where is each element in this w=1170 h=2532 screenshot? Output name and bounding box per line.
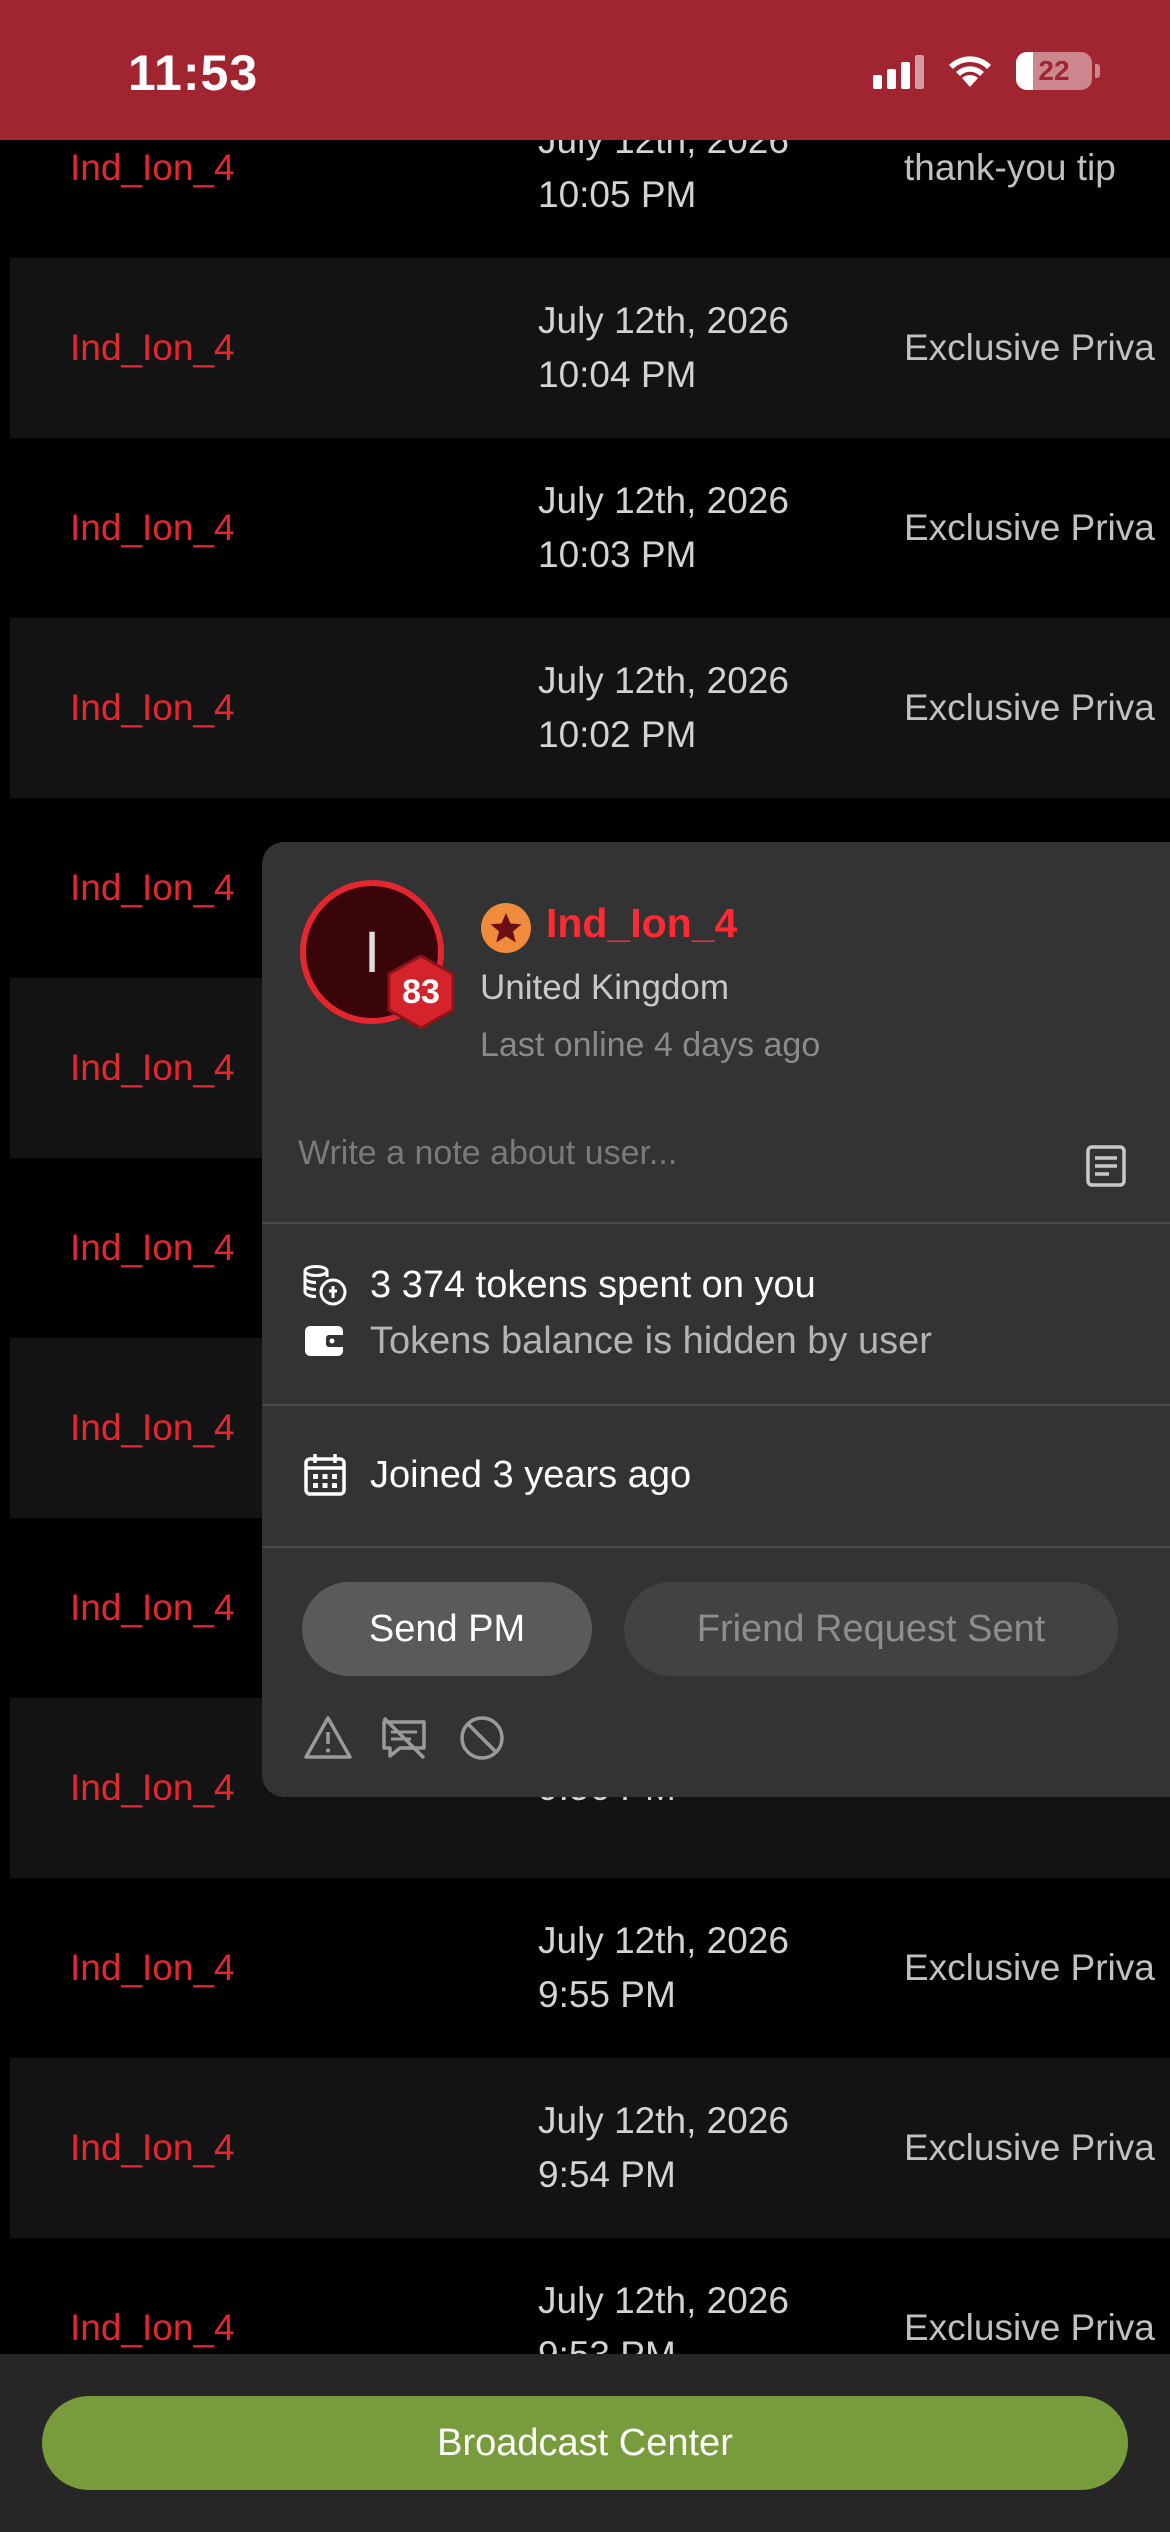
row-username-link[interactable]: Ind_Ion_4 — [70, 1878, 235, 2058]
tokens-spent-row: 3 374 tokens spent on you — [302, 1262, 816, 1308]
battery-level: 22 — [1038, 55, 1070, 86]
star-icon — [481, 903, 531, 953]
joined-row: Joined 3 years ago — [302, 1452, 691, 1498]
row-time: 10:02 PM — [538, 714, 697, 755]
row-username-link[interactable]: Ind_Ion_4 — [70, 1338, 235, 1518]
joined-text: Joined 3 years ago — [370, 1453, 692, 1496]
status-bar: 11:53 22 — [0, 0, 1170, 140]
row-date: July 12th, 2026 — [538, 2100, 789, 2141]
row-username-link[interactable]: Ind_Ion_4 — [70, 1158, 235, 1338]
row-description: Exclusive Priva — [904, 507, 1155, 548]
avatar-initial: I — [363, 919, 381, 985]
popup-country: United Kingdom — [480, 968, 730, 1007]
row-datetime: July 12th, 2026 9:54 PM — [538, 2058, 789, 2238]
row-time: 10:03 PM — [538, 534, 697, 575]
mute-chat-icon[interactable] — [378, 1712, 430, 1764]
table-row[interactable]: Ind_Ion_4 July 12th, 2026 10:02 PM Exclusiv… — [10, 618, 1170, 798]
row-username-link[interactable]: Ind_Ion_4 — [70, 1518, 235, 1698]
row-username-link[interactable]: Ind_Ion_4 — [70, 1698, 235, 1878]
status-time: 11:53 — [128, 45, 259, 101]
balance-row: Tokens balance is hidden by user — [302, 1318, 932, 1364]
calendar-icon — [304, 1454, 346, 1496]
note-input[interactable] — [298, 1134, 1018, 1173]
broadcast-center-button[interactable]: Broadcast Center — [42, 2396, 1128, 2490]
row-description: Exclusive Priva — [904, 1947, 1155, 1988]
row-date: July 12th, 2026 — [538, 300, 789, 341]
popup-username[interactable]: Ind_Ion_4 — [546, 900, 737, 947]
row-time: 9:55 PM — [538, 1974, 676, 2015]
last-online-text: Last online 4 days ago — [480, 1026, 821, 1064]
row-username-link[interactable]: Ind_Ion_4 — [70, 258, 235, 438]
wallet-icon — [305, 1326, 345, 1356]
coins-icon — [303, 1265, 347, 1306]
row-datetime: July 12th, 2026 10:03 PM — [538, 438, 789, 618]
balance-text: Tokens balance is hidden by user — [370, 1319, 932, 1362]
cellular-signal-icon — [873, 53, 924, 89]
row-datetime: July 12th, 2026 10:04 PM — [538, 258, 789, 438]
send-pm-button[interactable]: Send PM — [302, 1582, 592, 1676]
table-row[interactable]: Ind_Ion_4 July 12th, 2026 9:55 PM Exclusive… — [10, 1878, 1170, 2058]
divider — [262, 1546, 1170, 1548]
table-row[interactable]: Ind_Ion_4 July 12th, 2026 10:03 PM Exclusiv… — [10, 438, 1170, 618]
row-time: 9:54 PM — [538, 2154, 676, 2195]
row-datetime: July 12th, 2026 10:02 PM — [538, 618, 789, 798]
tokens-spent-text: 3 374 tokens spent on you — [370, 1263, 816, 1306]
row-description: Exclusive Priva — [904, 687, 1155, 728]
note-icon[interactable] — [1082, 1142, 1130, 1190]
status-icons: 22 — [873, 52, 1100, 90]
warning-icon[interactable] — [302, 1712, 354, 1764]
friend-request-button[interactable]: Friend Request Sent — [624, 1582, 1118, 1676]
row-time: 10:05 PM — [538, 174, 697, 215]
row-date: July 12th, 2026 — [538, 660, 789, 701]
wifi-icon — [949, 56, 991, 87]
table-row[interactable]: Ind_Ion_4 July 12th, 2026 9:54 PM Exclusive… — [10, 2058, 1170, 2238]
row-description: Exclusive Priva — [904, 2127, 1155, 2168]
row-username-link[interactable]: Ind_Ion_4 — [70, 2058, 235, 2238]
battery-icon: 22 — [1016, 52, 1100, 90]
bottom-bar: Broadcast Center — [0, 2354, 1170, 2532]
row-username-link[interactable]: Ind_Ion_4 — [70, 618, 235, 798]
row-time: 10:04 PM — [538, 354, 697, 395]
row-description: Exclusive Priva — [904, 327, 1155, 368]
row-datetime: July 12th, 2026 9:55 PM — [538, 1878, 789, 2058]
user-profile-popup: I 83 Ind_Ion_4 United Kingdom Last onlin… — [262, 842, 1170, 1797]
row-date: July 12th, 2026 — [538, 1920, 789, 1961]
divider — [262, 1222, 1170, 1224]
row-date: July 12th, 2026 — [538, 480, 789, 521]
row-username-link[interactable]: Ind_Ion_4 — [70, 438, 235, 618]
block-icon[interactable] — [456, 1712, 508, 1764]
divider — [262, 1404, 1170, 1406]
table-row[interactable]: Ind_Ion_4 July 12th, 2026 10:04 PM Exclusiv… — [10, 258, 1170, 438]
level-badge: 83 — [386, 954, 456, 1030]
row-username-link[interactable]: Ind_Ion_4 — [70, 978, 235, 1158]
row-username-link[interactable]: Ind_Ion_4 — [70, 798, 235, 978]
row-date: July 12th, 2026 — [538, 2280, 789, 2321]
level-value: 83 — [402, 972, 440, 1011]
